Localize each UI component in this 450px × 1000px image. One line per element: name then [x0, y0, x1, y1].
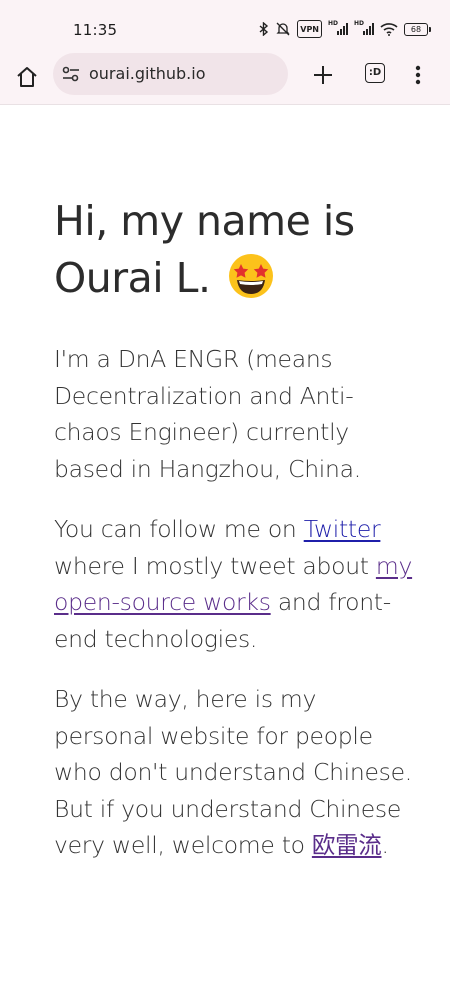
follow-paragraph: You can follow me on Twitter where I mos… — [54, 511, 414, 657]
wifi-icon — [380, 21, 398, 37]
browser-toolbar: ourai.github.io :D — [0, 52, 450, 105]
plus-icon[interactable] — [310, 62, 336, 88]
chinese-site-link[interactable]: 欧雷流 — [312, 831, 382, 859]
signal-icon: HD — [354, 20, 374, 35]
bluetooth-icon — [259, 21, 269, 37]
page-title-text: Hi, my name is Ourai L. — [54, 197, 355, 302]
tabs-icon[interactable]: :D — [365, 63, 385, 83]
home-icon[interactable] — [14, 64, 40, 90]
byway-paragraph: By the way, here is my personal website … — [54, 681, 414, 864]
star-struck-emoji-icon — [227, 252, 275, 300]
page-title: Hi, my name is Ourai L. — [54, 193, 414, 307]
address-bar[interactable]: ourai.github.io — [53, 53, 288, 95]
battery-icon: 68 — [404, 22, 431, 36]
twitter-link[interactable]: Twitter — [304, 515, 381, 543]
mute-icon — [275, 21, 291, 37]
follow-text-mid: where I mostly tweet about — [54, 551, 376, 580]
url-text[interactable]: ourai.github.io — [89, 64, 205, 83]
status-bar: 11:35 VPN HD HD 68 — [0, 0, 450, 52]
signal-icon: HD — [328, 20, 348, 35]
page-content: Hi, my name is Ourai L. I'm a DnA ENGR (… — [54, 193, 414, 888]
intro-paragraph: I'm a DnA ENGR (means Decentralization a… — [54, 345, 361, 483]
follow-text-pre: You can follow me on — [54, 515, 304, 543]
more-vert-icon[interactable] — [408, 62, 428, 88]
byway-end: . — [381, 831, 389, 859]
vpn-icon: VPN — [297, 20, 322, 38]
status-icons: VPN HD HD 68 — [259, 20, 431, 38]
site-settings-icon[interactable] — [61, 64, 81, 84]
status-time: 11:35 — [73, 21, 118, 39]
